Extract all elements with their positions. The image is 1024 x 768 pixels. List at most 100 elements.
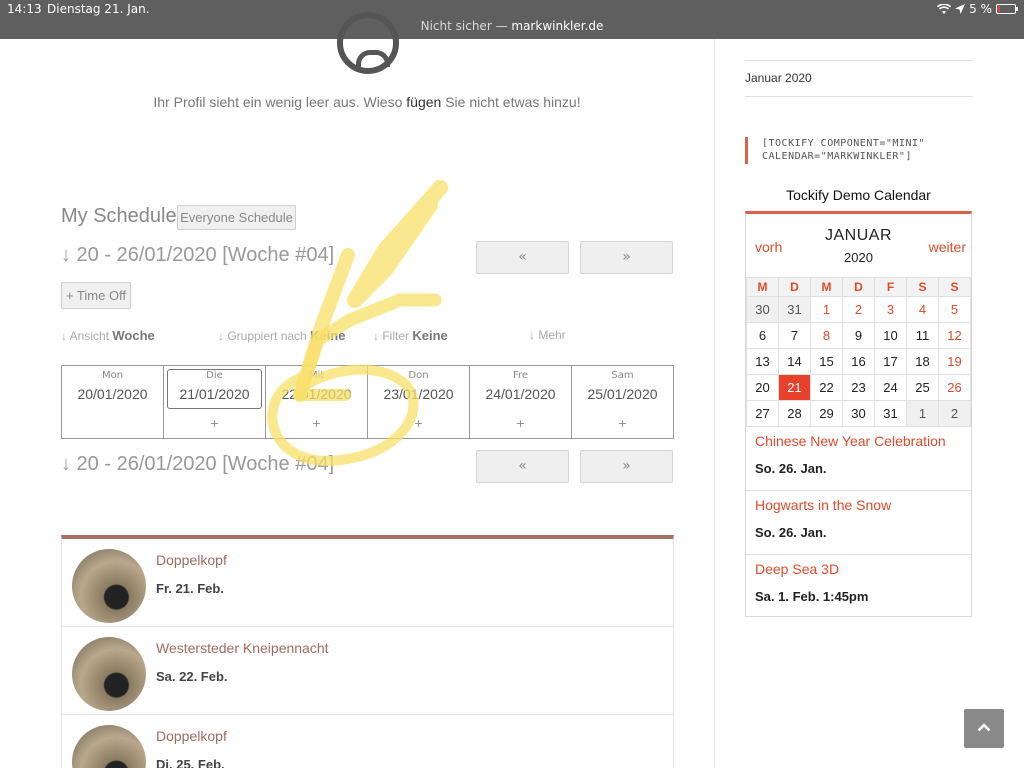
- event-title[interactable]: Westersteder Kneipennacht: [156, 640, 329, 656]
- day-cell-fre[interactable]: Fre 24/01/2020 +: [470, 366, 572, 438]
- calendar-day[interactable]: 10: [874, 322, 907, 349]
- calendar-day[interactable]: 12: [938, 322, 971, 349]
- calendar-day[interactable]: 19: [938, 348, 971, 375]
- calendar-day[interactable]: 1: [810, 296, 843, 323]
- day-cell-sam[interactable]: Sam 25/01/2020 +: [572, 366, 673, 438]
- calendar-day[interactable]: 2: [938, 400, 971, 427]
- calendar-day[interactable]: 30: [842, 400, 875, 427]
- calendar-event[interactable]: Chinese New Year Celebration So. 26. Jan…: [746, 426, 971, 490]
- calendar-day[interactable]: 31: [778, 296, 811, 323]
- calendar-day[interactable]: 24: [874, 374, 907, 401]
- calendar-day[interactable]: 25: [906, 374, 939, 401]
- calendar-day[interactable]: 14: [778, 348, 811, 375]
- divider: [745, 60, 973, 61]
- calendar-grid: M D M D F S S 30 31 1 2 3 4 5 6 7 8 9 10…: [746, 277, 971, 427]
- calendar-day[interactable]: 8: [810, 322, 843, 349]
- prev-week-button-bottom[interactable]: «: [476, 450, 569, 483]
- event-item[interactable]: Westersteder Kneipennacht Sa. 22. Feb.: [62, 627, 673, 715]
- add-shift-button[interactable]: +: [266, 417, 367, 430]
- add-shift-button[interactable]: +: [164, 417, 265, 430]
- calendar-day[interactable]: 4: [906, 296, 939, 323]
- event-title[interactable]: Doppelkopf: [156, 728, 227, 744]
- event-title[interactable]: Doppelkopf: [156, 552, 227, 568]
- calendar-day[interactable]: 27: [746, 400, 779, 427]
- week-range-dropdown[interactable]: ↓ 20 - 26/01/2020 [Woche #04]: [61, 244, 334, 267]
- calendar-day-today[interactable]: 21: [778, 374, 811, 401]
- calendar-day[interactable]: 11: [906, 322, 939, 349]
- day-cell-don[interactable]: Don 23/01/2020 +: [368, 366, 470, 438]
- event-thumbnail: [72, 725, 146, 768]
- calendar-day[interactable]: 30: [746, 296, 779, 323]
- next-week-button[interactable]: »: [580, 241, 673, 274]
- event-item[interactable]: Doppelkopf Fr. 21. Feb.: [62, 539, 673, 627]
- event-date: Di. 25. Feb.: [156, 757, 225, 768]
- calendar-day[interactable]: 17: [874, 348, 907, 375]
- weekday-header: M: [746, 277, 779, 297]
- calendar-day[interactable]: 7: [778, 322, 811, 349]
- calendar-day[interactable]: 23: [842, 374, 875, 401]
- address-bar[interactable]: Nicht sicher — markwinkler.de: [0, 19, 1024, 33]
- status-date: Dienstag 21. Jan.: [47, 2, 150, 16]
- add-shift-button[interactable]: +: [572, 417, 673, 430]
- calendar-day[interactable]: 29: [810, 400, 843, 427]
- calendar-event[interactable]: Deep Sea 3D Sa. 1. Feb. 1:45pm: [746, 554, 971, 618]
- location-icon: [955, 4, 966, 14]
- weekday-header: M: [810, 277, 843, 297]
- widget-title-accent: [745, 137, 748, 164]
- calendar-day[interactable]: 15: [810, 348, 843, 375]
- calendar-day[interactable]: 20: [746, 374, 779, 401]
- archive-link[interactable]: Januar 2020: [745, 71, 812, 85]
- domain-label: markwinkler.de: [511, 19, 604, 33]
- next-month-link[interactable]: weiter: [929, 239, 966, 255]
- everyone-schedule-button[interactable]: Everyone Schedule: [177, 205, 296, 230]
- chevron-up-icon: [977, 723, 991, 732]
- add-shift-button[interactable]: +: [470, 417, 571, 430]
- calendar-day[interactable]: 26: [938, 374, 971, 401]
- calendar-event-title[interactable]: Hogwarts in the Snow: [755, 497, 891, 513]
- event-item[interactable]: Doppelkopf Di. 25. Feb.: [62, 715, 673, 768]
- calendar-day[interactable]: 13: [746, 348, 779, 375]
- view-selector[interactable]: ↓ Ansicht Woche: [61, 328, 155, 343]
- calendar-day[interactable]: 3: [874, 296, 907, 323]
- calendar-day[interactable]: 6: [746, 322, 779, 349]
- calendar-event-date: So. 26. Jan.: [755, 461, 827, 476]
- status-time: 14:13: [7, 2, 42, 16]
- calendar-title: Tockify Demo Calendar: [786, 187, 931, 203]
- add-shift-button[interactable]: +: [368, 417, 469, 430]
- calendar-day[interactable]: 9: [842, 322, 875, 349]
- calendar-day[interactable]: 1: [906, 400, 939, 427]
- prev-week-button[interactable]: «: [476, 241, 569, 274]
- filter-selector[interactable]: ↓ Filter Keine: [373, 328, 448, 343]
- calendar-day[interactable]: 2: [842, 296, 875, 323]
- calendar-day[interactable]: 18: [906, 348, 939, 375]
- add-content-link[interactable]: fügen: [406, 94, 441, 110]
- week-day-table: Mon 20/01/2020 Die 21/01/2020 + Mit 22/0…: [61, 365, 674, 439]
- day-cell-mon[interactable]: Mon 20/01/2020: [62, 366, 164, 438]
- widget-title: [TOCKIFY COMPONENT="MINI" CALENDAR="MARK…: [762, 138, 926, 162]
- scroll-to-top-button[interactable]: [964, 709, 1004, 748]
- calendar-event-title[interactable]: Chinese New Year Celebration: [755, 433, 946, 449]
- next-week-button-bottom[interactable]: »: [580, 450, 673, 483]
- group-selector[interactable]: ↓ Gruppiert nach Keine: [218, 328, 345, 343]
- weekday-header: D: [842, 277, 875, 297]
- insecure-label: Nicht sicher —: [420, 19, 508, 33]
- calendar-day[interactable]: 16: [842, 348, 875, 375]
- event-thumbnail: [72, 637, 146, 711]
- wifi-icon: [937, 3, 952, 14]
- day-cell-die[interactable]: Die 21/01/2020 +: [164, 366, 266, 438]
- status-indicators: 5 %: [937, 2, 1018, 16]
- battery-icon: [996, 4, 1018, 14]
- calendar-event-title[interactable]: Deep Sea 3D: [755, 561, 839, 577]
- calendar-day[interactable]: 28: [778, 400, 811, 427]
- day-cell-mit[interactable]: Mit 22/01/2020 +: [266, 366, 368, 438]
- mini-calendar: vorh JANUAR 2020 weiter M D M D F S S 30…: [745, 211, 972, 617]
- more-selector[interactable]: ↓ Mehr: [529, 328, 566, 342]
- calendar-event[interactable]: Hogwarts in the Snow So. 26. Jan.: [746, 490, 971, 554]
- week-range-dropdown-bottom[interactable]: ↓ 20 - 26/01/2020 [Woche #04]: [61, 453, 334, 476]
- empty-profile-message: Ihr Profil sieht ein wenig leer aus. Wie…: [153, 94, 581, 110]
- calendar-day[interactable]: 5: [938, 296, 971, 323]
- calendar-event-date: Sa. 1. Feb. 1:45pm: [755, 589, 869, 604]
- calendar-day[interactable]: 31: [874, 400, 907, 427]
- time-off-button[interactable]: + Time Off: [61, 282, 131, 309]
- calendar-day[interactable]: 22: [810, 374, 843, 401]
